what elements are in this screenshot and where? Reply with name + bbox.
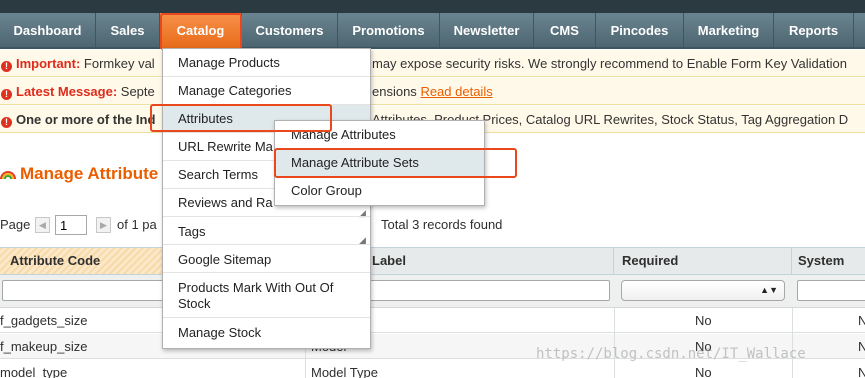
important-title: Important: [16,56,81,71]
filter-row: ▲▼ [0,275,865,308]
read-details-link[interactable]: Read details [420,84,492,99]
cell-code: f_makeup_size [0,339,88,354]
latest-text-rest: ensions [372,84,417,99]
cell-system: N [858,339,865,354]
col-required[interactable]: Required [614,248,792,274]
nav-newsletter[interactable]: Newsletter [440,13,534,49]
latest-message: ! Latest Message: Septe ensions Read deta… [0,78,865,105]
menu-item-tags[interactable]: Tags [163,224,370,240]
index-title: One or more of the Ind [16,112,156,127]
grid-header: Attribute Code Label Required System [0,247,865,275]
filter-required-select[interactable]: ▲▼ [621,280,785,301]
important-text: Formkey val [83,56,155,71]
table-row[interactable]: model_type Model Type No N [0,360,865,378]
cell-label: Model Type [311,365,378,378]
cell-code: f_gadgets_size [0,313,88,328]
cell-required: No [695,313,712,328]
menu-separator [163,216,370,217]
cell-code: model_type [0,365,68,378]
prev-page-button[interactable]: ◀ [35,217,50,233]
submenu-item-manage-attribute-sets[interactable]: Manage Attribute Sets [275,149,484,177]
col-system[interactable]: System [792,248,865,274]
nav-sales[interactable]: Sales [96,13,160,49]
nav-customers[interactable]: Customers [242,13,338,49]
menu-item-manage-products[interactable]: Manage Products [163,55,370,71]
cell-system: N [858,365,865,378]
menu-item-manage-stock[interactable]: Manage Stock [163,325,370,341]
important-text-rest: may expose security risks. We strongly r… [372,56,847,71]
catalog-highlight-frame [160,13,242,50]
pager-of-label: of 1 pa [117,217,157,232]
filter-system-select[interactable] [797,280,865,301]
top-strip [0,0,865,13]
error-icon: ! [1,117,12,128]
main-nav: Dashboard Sales Catalog Customers Promot… [0,13,865,49]
total-records: Total 3 records found [381,217,503,232]
menu-item-manage-categories[interactable]: Manage Categories [163,83,370,99]
attributes-icon [0,171,16,180]
table-row[interactable]: f_gadgets_size No N [0,308,865,333]
menu-item-google-sitemap[interactable]: Google Sitemap [163,252,370,268]
nav-promotions[interactable]: Promotions [338,13,440,49]
menu-separator [163,272,370,273]
page-number-input[interactable] [55,215,87,235]
menu-separator [163,76,370,77]
important-message: ! Important: Formkey val may expose secur… [0,50,865,77]
cell-system: N [858,313,865,328]
latest-text: Septe [120,84,155,99]
page-title-wrap: Manage Attribute [0,162,158,186]
latest-title: Latest Message: [16,84,118,99]
menu-item-products-out-of-stock[interactable]: Products Mark With Out Of Stock [163,280,363,312]
submenu-item-color-group[interactable]: Color Group [275,177,484,205]
menu-separator [163,317,370,318]
nav-marketing[interactable]: Marketing [684,13,774,49]
menu-separator [163,244,370,245]
nav-pincodes[interactable]: Pincodes [596,13,684,49]
nav-dashboard[interactable]: Dashboard [0,13,96,49]
cell-required: No [695,365,712,378]
error-icon: ! [1,61,12,72]
nav-reports[interactable]: Reports [774,13,854,49]
page-title: Manage Attribute [20,164,159,183]
nav-cms[interactable]: CMS [534,13,596,49]
column-divider [614,308,615,378]
next-page-button[interactable]: ▶ [96,217,111,233]
error-icon: ! [1,89,12,100]
column-divider [792,308,793,378]
watermark-text: https://blog.csdn.net/IT_Wallace [536,346,806,362]
attributes-submenu: Manage Attributes Manage Attribute Sets … [274,120,485,206]
submenu-item-manage-attributes[interactable]: Manage Attributes [275,121,484,149]
pager-label: Page [0,217,31,232]
